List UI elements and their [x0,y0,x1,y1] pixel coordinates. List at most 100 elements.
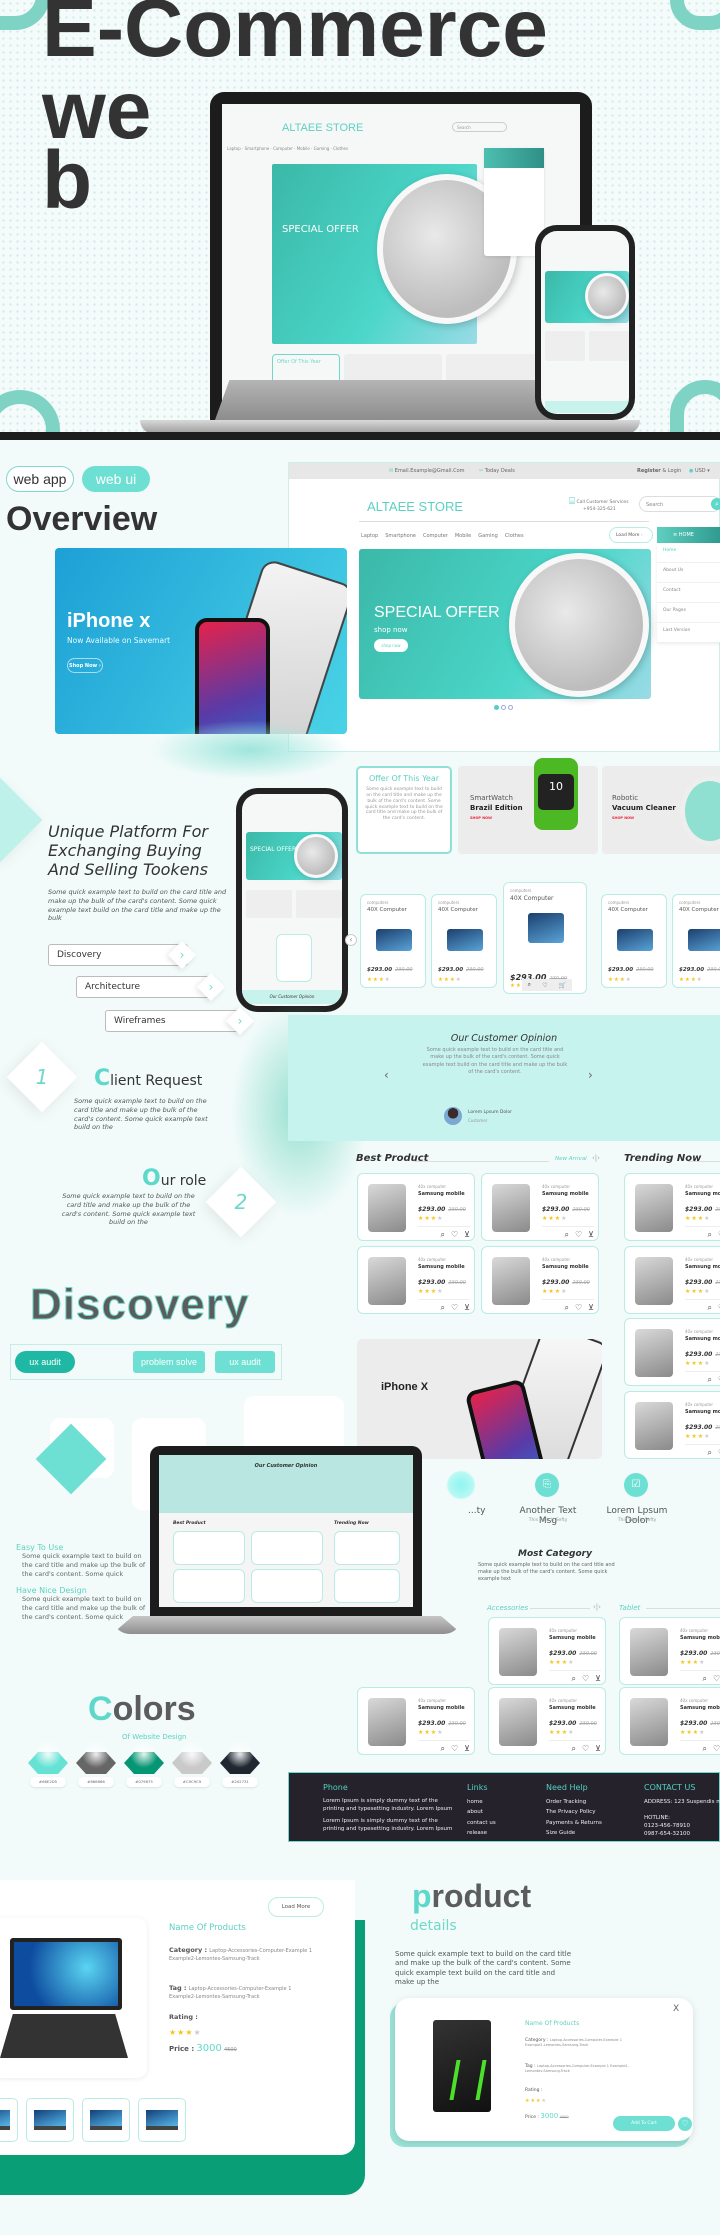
chevron-right-icon[interactable]: › [196,972,226,1002]
product-card[interactable]: 40x computer Samsung mobile $293.00230.00 ★… [481,1246,599,1314]
product-card[interactable]: 40x computer Samsung mobile $293.00230.00 ★… [624,1318,720,1386]
cart-icon[interactable]: ⊻ [464,1230,470,1240]
nav-item[interactable]: Laptop [361,533,378,539]
pager-arrows-icon[interactable]: ‹|› [592,1154,600,1162]
search-icon[interactable]: ⌕ [564,1230,568,1240]
product-thumbnail[interactable] [82,2098,130,2142]
carousel-dot-active[interactable] [494,705,499,710]
heart-icon[interactable]: ♡ [451,1744,458,1754]
iphone-x-promo[interactable]: iPhone X [357,1339,602,1459]
shop-now-button[interactable]: Shop Now › [67,658,103,673]
nav-item[interactable]: Smartphone [385,533,416,539]
product-card[interactable]: computers 40X Computer $293.00230.00 ★★★★ [360,894,426,988]
product-card[interactable]: computers 40X Computer $293.00230.00 ★★★★ [672,894,720,988]
cart-icon[interactable]: ⊻ [464,1303,470,1313]
currency-select[interactable]: ● USD ▾ [689,468,710,474]
search-icon[interactable]: ⌕ [571,1744,575,1754]
add-to-cart-button[interactable]: Add To Cart [613,2116,675,2131]
search-icon[interactable]: ⌕ [440,1303,444,1313]
tag-ux-audit-2[interactable]: ux audit [215,1351,275,1373]
search-icon[interactable]: ⌕ [707,1448,711,1458]
register-login-link[interactable]: Register & Login [637,468,681,474]
topbar-email[interactable]: ✉ Email.Example@Gmail.Com [389,468,465,474]
nav-item[interactable]: Computer [423,533,448,539]
cart-icon[interactable]: ⊻ [595,1744,601,1754]
cart-icon[interactable]: ⊻ [464,1744,470,1754]
product-card[interactable]: 40x computer Samsung mobile $293.00230.00 ★… [488,1617,606,1685]
cart-icon[interactable]: ⊻ [588,1303,594,1313]
chevron-right-icon[interactable]: › [167,940,197,970]
side-menu-item[interactable]: About Us [657,563,720,583]
footer-help-link[interactable]: Order Tracking [546,1797,602,1807]
new-arrival-link[interactable]: New Arrival [555,1156,587,1162]
offer-card[interactable]: Offer Of This Year Some quick example te… [356,766,452,854]
product-card[interactable]: 40x computer Samsung mobile $293.00230.00 ★… [624,1246,720,1314]
nav-item[interactable]: Gaming [478,533,498,539]
cart-icon[interactable]: ⊻ [595,1674,601,1684]
product-thumbnail[interactable] [0,2098,18,2142]
heart-icon[interactable]: ♡ [678,2117,692,2131]
close-icon[interactable]: X [673,2004,679,2014]
prev-arrow-icon[interactable]: ‹ [345,934,357,946]
footer-link[interactable]: contact us [467,1818,496,1828]
search-icon[interactable]: ⌕ [564,1303,568,1313]
shop-now-link[interactable]: SHOP NOW [612,816,634,820]
heart-icon[interactable]: ♡ [575,1230,582,1240]
search-icon[interactable]: ⌕ [707,1375,711,1385]
footer-link[interactable]: home [467,1797,496,1807]
cart-icon[interactable]: 🛒 [559,982,566,989]
step-architecture[interactable]: Architecture [76,976,216,998]
search-icon[interactable]: ⌕ [707,1303,711,1313]
store-search-input[interactable]: Search [639,496,720,512]
product-card[interactable]: 40x computer Samsung mobile $293.00230.00 ★… [357,1246,475,1314]
heart-icon[interactable]: ♡ [582,1744,589,1754]
carousel-dot[interactable] [501,705,506,710]
tag-ux-audit[interactable]: ux audit [15,1351,75,1373]
heart-icon[interactable]: ♡ [542,982,547,989]
footer-link[interactable]: release [467,1828,496,1838]
footer-help-link[interactable]: Size Guide [546,1828,602,1838]
product-card[interactable]: 40x computer Samsung mobile $293.00230.00 ★… [488,1687,606,1755]
search-icon[interactable]: ⌕ [571,1674,575,1684]
product-card[interactable]: computers40X Computer$293.00230.00★★★★⌕♡… [503,882,587,994]
chevron-left-icon[interactable]: ‹ [384,1068,389,1082]
load-more-button[interactable]: Load More [268,1897,324,1917]
step-wireframes[interactable]: Wireframes [105,1010,245,1032]
product-card[interactable]: 40x computer Samsung mobile $293.00230.00 ★… [357,1173,475,1241]
side-menu-item[interactable]: Contact [657,583,720,603]
product-card[interactable]: 40x computer Samsung mobile $293.00230.00 ★… [624,1173,720,1241]
product-card[interactable]: 40x computer Samsung mobile $293.00230.00 ★… [619,1617,720,1685]
topbar-deals[interactable]: ✂ Today Deals [479,468,515,474]
footer-help-link[interactable]: Payments & Returns [546,1818,602,1828]
cart-icon[interactable]: ⊻ [588,1230,594,1240]
search-icon[interactable]: ⌕ [707,1230,711,1240]
store-logo[interactable]: ALTAEE STORE [367,499,463,514]
smartwatch-card[interactable]: SmartWatch Brazil Edition SHOP NOW 10 [458,766,598,854]
search-icon[interactable]: ⌕ [702,1674,706,1684]
robot-vacuum-card[interactable]: Robotic Vacuum Cleaner SHOP NOW [602,766,720,854]
footer-help-link[interactable]: The Privacy Policy [546,1807,602,1817]
product-card[interactable]: 40x computer Samsung mobile $293.00230.00 ★… [481,1173,599,1241]
product-thumbnail[interactable] [138,2098,186,2142]
side-menu-item[interactable]: Home [657,543,720,563]
shop-now-button[interactable]: shop now [374,639,408,652]
product-card[interactable]: computers 40X Computer $293.00230.00 ★★★★ [601,894,667,988]
side-menu-item[interactable]: Our Pages [657,603,720,623]
tag-problem-solve[interactable]: problem solve [133,1351,205,1373]
heart-icon[interactable]: ♡ [582,1674,589,1684]
heart-icon[interactable]: ♡ [451,1303,458,1313]
product-card[interactable]: 40x computer Samsung mobile $293.00230.00 ★… [357,1687,475,1755]
search-icon[interactable]: ⌕ [528,981,531,989]
heart-icon[interactable]: ♡ [575,1303,582,1313]
shop-now-link[interactable]: SHOP NOW [470,816,492,820]
carousel-dot[interactable] [508,705,513,710]
chevron-right-icon[interactable]: › [588,1068,593,1082]
heart-icon[interactable]: ♡ [713,1744,720,1754]
product-card[interactable]: 40x computer Samsung mobile $293.00230.00 ★… [619,1687,720,1755]
chip-web-ui[interactable]: web ui [82,466,150,492]
load-more-button[interactable]: Load More › [609,527,653,543]
side-menu-header[interactable]: ≡ HOME [657,527,720,543]
search-icon[interactable]: ⌕ [440,1230,444,1240]
side-menu-item[interactable]: Last Version [657,623,720,643]
heart-icon[interactable]: ♡ [451,1230,458,1240]
